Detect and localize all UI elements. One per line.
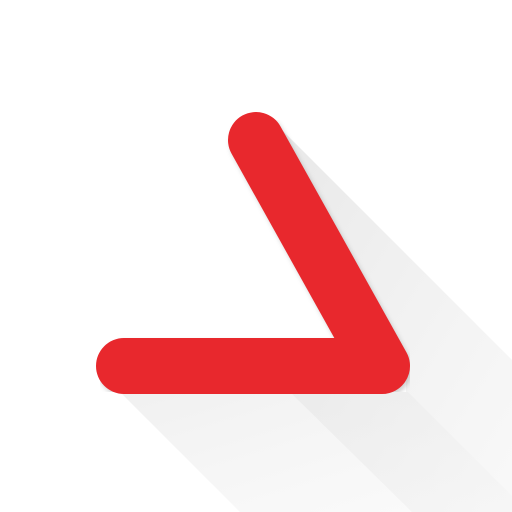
chevron-check-icon — [96, 112, 512, 512]
app-icon-canvas — [0, 0, 512, 512]
red-chevron-mark — [96, 112, 410, 394]
